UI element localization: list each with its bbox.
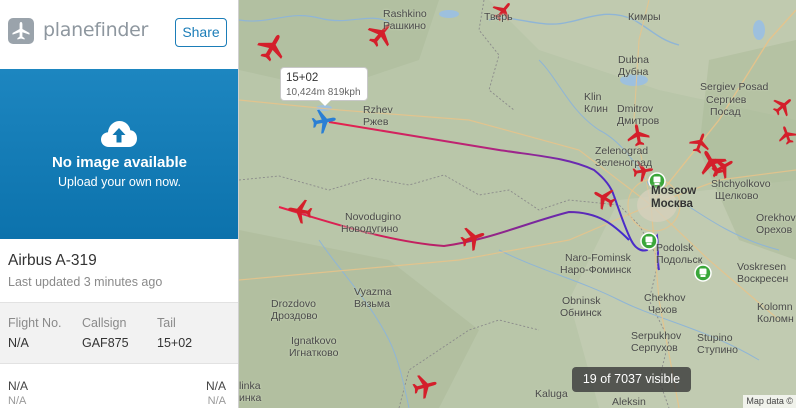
city-label: Dmitrov [617, 103, 654, 115]
city-label: Дубна [618, 66, 649, 78]
city-label: Voskresen [737, 261, 787, 273]
city-label: Клин [584, 103, 608, 115]
flight-no-label: Flight No. [8, 316, 62, 330]
map-view[interactable]: Тверь Кимры Rashkino Рашкино Dubna Дубна… [239, 0, 796, 408]
city-label: Ignatkovo [291, 335, 337, 347]
city-label: linka [239, 380, 261, 392]
origin-airport: N/A [8, 379, 29, 393]
city-label: Дмитров [617, 115, 660, 127]
city-label: Серпухов [631, 342, 678, 354]
city-label: Chekhov [644, 292, 686, 304]
tooltip-altitude-speed: 10,424m 819kph [286, 87, 361, 98]
city-label-moscow: Moscow [651, 185, 697, 197]
city-label: Shchyolkovo [711, 178, 771, 190]
tail-value: 15+02 [157, 336, 193, 350]
airport-icon[interactable] [694, 264, 712, 282]
city-label: Щелково [715, 190, 759, 202]
logo-bar: planefinder Share [0, 0, 238, 69]
city-label: Игнатково [289, 347, 339, 359]
flight-details: Flight No. N/A Callsign GAF875 Tail 15+0… [0, 302, 238, 364]
city-label: Наро-Фоминск [560, 264, 632, 276]
city-label: Кимры [628, 11, 661, 23]
last-updated: Last updated 3 minutes ago [8, 275, 163, 289]
city-label: Podolsk [656, 242, 694, 254]
city-label: Obninsk [562, 295, 601, 307]
airplane-logo-icon [8, 18, 34, 44]
city-label: Zelenograd [595, 145, 649, 157]
aircraft-type: Airbus A-319 [8, 252, 97, 269]
city-label: Посад [710, 106, 741, 118]
city-label: Зеленоград [595, 157, 653, 169]
city-label: Тверь [484, 11, 513, 23]
city-label-moscow-cyr: Москва [651, 198, 693, 210]
city-label: Вязьма [354, 298, 390, 310]
flight-no-value: N/A [8, 336, 29, 350]
city-label: Rashkino [383, 8, 427, 20]
city-label: Aleksin [612, 396, 646, 408]
city-label: Обнинск [560, 307, 602, 319]
city-label: Kolomn [757, 301, 793, 313]
no-image-title: No image available [51, 154, 188, 171]
city-label: Kaluga [535, 388, 568, 400]
tooltip-callsign: 15+02 [286, 72, 319, 84]
tail-label: Tail [157, 316, 176, 330]
city-label: Klin [584, 91, 602, 103]
city-label: Орехов [756, 224, 793, 236]
aircraft-photo-placeholder[interactable]: No image available Upload your own now. [0, 69, 238, 239]
city-label: Serpukhov [631, 330, 682, 342]
city-label: Vyazma [354, 286, 392, 298]
city-label: Rzhev [363, 104, 393, 116]
city-label: Stupino [697, 332, 733, 344]
city-label: Подольск [656, 254, 703, 266]
map-credit[interactable]: Map data © [743, 395, 796, 408]
city-label: инка [239, 392, 262, 404]
callsign-label: Callsign [82, 316, 127, 330]
destination-airport-sub: N/A [207, 395, 226, 407]
city-label: Коломн [757, 313, 794, 325]
logo-text: planefinder [43, 19, 148, 41]
airport-icon[interactable] [640, 232, 658, 250]
city-label: Чехов [648, 304, 678, 316]
origin-airport-sub: N/A [8, 395, 27, 407]
share-button[interactable]: Share [175, 18, 227, 47]
city-label: Воскресен [737, 273, 789, 285]
destination-airport: N/A [205, 379, 226, 393]
city-label: Новодугино [341, 223, 399, 235]
city-label: Orekhov [756, 212, 796, 224]
upload-prompt[interactable]: Upload your own now. [0, 175, 238, 189]
flight-tooltip[interactable]: 15+02 10,424m 819kph [280, 67, 368, 106]
city-label: Рашкино [383, 20, 427, 32]
city-label: Ступино [697, 344, 738, 356]
city-label: Naro-Fominsk [565, 252, 631, 264]
sidebar: planefinder Share No image available Upl… [0, 0, 239, 408]
city-label: Ржев [363, 116, 389, 128]
visible-count-badge: 19 of 7037 visible [572, 367, 691, 392]
city-label: Sergiev Posad [700, 81, 769, 93]
callsign-value: GAF875 [82, 336, 129, 350]
city-label: Дроздово [271, 310, 318, 322]
city-label: Сергиев [706, 94, 747, 106]
cloud-upload-icon [101, 121, 137, 147]
city-label: Novodugino [345, 211, 402, 223]
city-label: Drozdovo [271, 298, 316, 310]
city-label: Dubna [618, 54, 649, 66]
